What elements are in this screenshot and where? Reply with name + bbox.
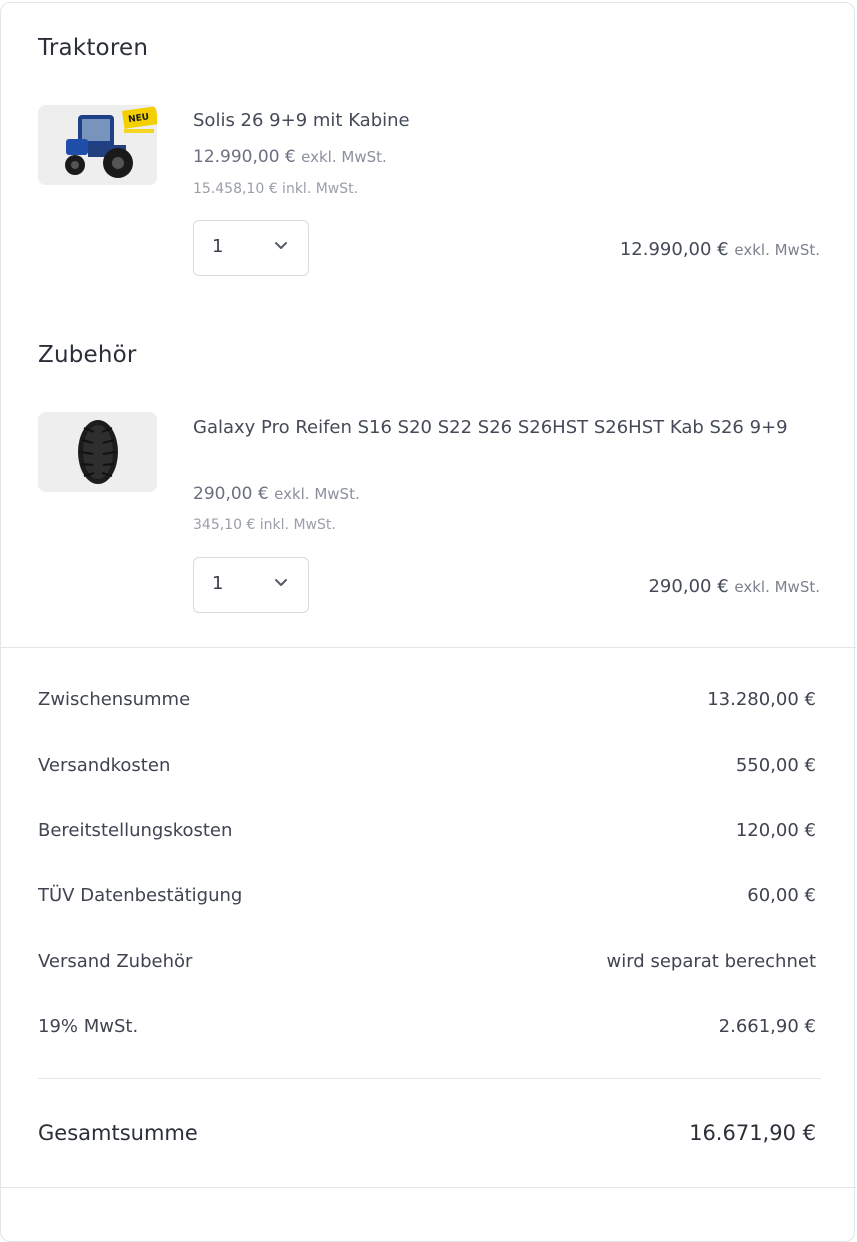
quantity-value: 1	[212, 573, 224, 594]
quantity-value: 1	[212, 236, 224, 257]
summary-label-versandkosten: Versandkosten	[38, 755, 171, 776]
tire-icon	[38, 412, 157, 492]
price-incl: 15.458,10 € inkl. MwSt.	[193, 181, 359, 197]
summary-label-bereitstellungskosten: Bereitstellungskosten	[38, 820, 233, 841]
price-excl-unit: exkl. MwSt.	[301, 148, 387, 166]
price-excl-unit: exkl. MwSt.	[274, 485, 360, 503]
total-value: 16.671,90 €	[689, 1121, 816, 1145]
summary-value-versand-zubehoer: wird separat berechnet	[606, 951, 817, 972]
line-total: 290,00 € exkl. MwSt.	[420, 576, 820, 597]
cart-summary-card: Traktoren NEU Solis 26 9+9 mit Kabine 12…	[0, 2, 856, 1242]
summary-label-mwst: 19% MwSt.	[38, 1016, 139, 1037]
chevron-down-icon	[275, 579, 287, 586]
price-excl-value: 290,00 €	[193, 484, 269, 504]
price-excl-value: 12.990,00 €	[193, 147, 296, 167]
summary-value-bereitstellungskosten: 120,00 €	[735, 820, 816, 841]
line-total-unit: exkl. MwSt.	[734, 578, 820, 596]
summary-divider	[38, 1078, 821, 1079]
chevron-down-icon	[275, 242, 287, 249]
summary-value-tuev: 60,00 €	[747, 885, 816, 906]
quantity-select[interactable]: 1	[193, 220, 309, 276]
summary-label-versand-zubehoer: Versand Zubehör	[38, 951, 193, 972]
summary-label-zwischensumme: Zwischensumme	[38, 689, 191, 710]
section-title-traktoren: Traktoren	[38, 35, 149, 61]
price-excl: 290,00 € exkl. MwSt.	[193, 484, 360, 504]
section-title-zubehoer: Zubehör	[38, 342, 137, 368]
line-total-unit: exkl. MwSt.	[734, 241, 820, 259]
summary-value-versandkosten: 550,00 €	[735, 755, 816, 776]
product-name[interactable]: Galaxy Pro Reifen S16 S20 S22 S26 S26HST…	[193, 411, 823, 445]
tractor-image[interactable]: NEU	[38, 105, 157, 185]
bottom-divider	[1, 1187, 856, 1188]
tire-image[interactable]	[38, 412, 157, 492]
price-excl: 12.990,00 € exkl. MwSt.	[193, 147, 387, 167]
product-name[interactable]: Solis 26 9+9 mit Kabine	[193, 104, 823, 138]
line-total-value: 12.990,00 €	[619, 239, 729, 260]
line-total: 12.990,00 € exkl. MwSt.	[420, 239, 820, 260]
price-incl: 345,10 € inkl. MwSt.	[193, 517, 336, 533]
summary-value-mwst: 2.661,90 €	[718, 1016, 816, 1037]
summary-label-tuev: TÜV Datenbestätigung	[38, 885, 243, 906]
section-divider	[1, 647, 856, 648]
total-label: Gesamtsumme	[38, 1121, 198, 1145]
quantity-select[interactable]: 1	[193, 557, 309, 613]
line-total-value: 290,00 €	[648, 576, 729, 597]
tractor-icon: NEU	[38, 105, 157, 185]
summary-value-zwischensumme: 13.280,00 €	[707, 689, 816, 710]
